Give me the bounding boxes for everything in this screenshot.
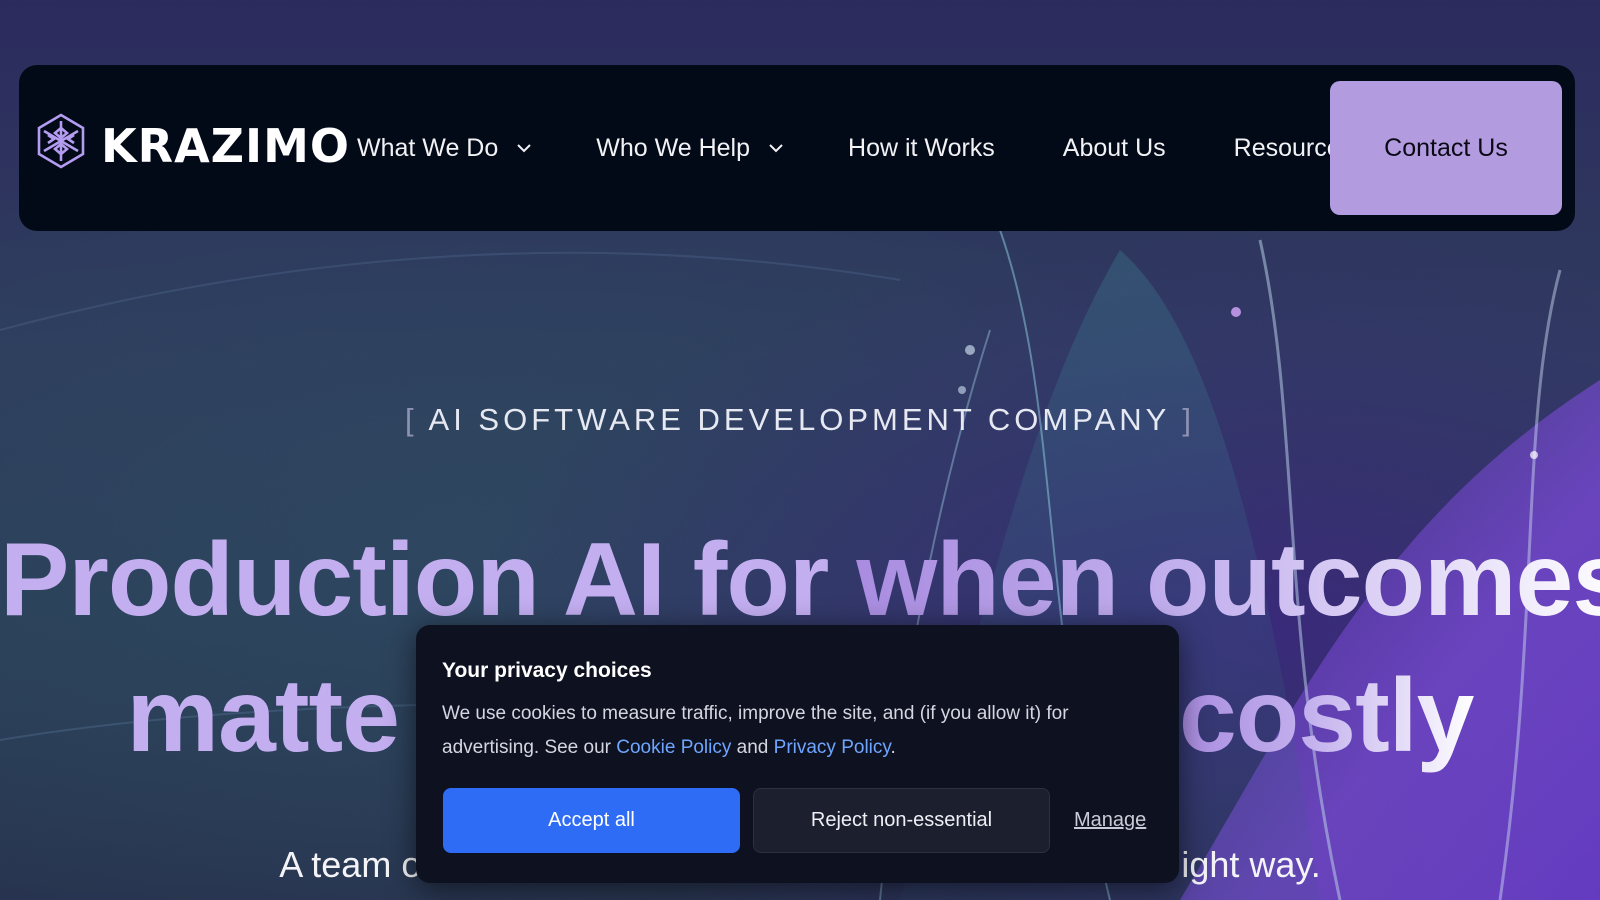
headline-line-1-start: Production AI for bbox=[0, 522, 829, 638]
cookie-dialog-text: We use cookies to measure traffic, impro… bbox=[442, 697, 1153, 765]
headline-line-2-end: costly bbox=[1178, 658, 1475, 774]
contact-us-button[interactable]: Contact Us bbox=[1330, 81, 1562, 215]
nav-item-how-it-works[interactable]: How it Works bbox=[848, 134, 995, 163]
cookie-text-end: . bbox=[890, 737, 896, 758]
logo-wordmark: KRAZIMO bbox=[101, 119, 351, 173]
manage-cookies-button[interactable]: Manage bbox=[1074, 809, 1146, 832]
nav-item-label: How it Works bbox=[848, 133, 995, 162]
logo-mark-icon bbox=[37, 113, 85, 169]
eyebrow-text: AI SOFTWARE DEVELOPMENT COMPANY bbox=[428, 402, 1170, 437]
hero-eyebrow: [ AI SOFTWARE DEVELOPMENT COMPANY ] bbox=[0, 402, 1600, 438]
nav-item-label: About Us bbox=[1062, 133, 1166, 162]
eyebrow-close-bracket: ] bbox=[1182, 402, 1195, 437]
nav-menu: What We Do Who We Help How it Works Abou… bbox=[357, 65, 1353, 231]
subheadline-start: A team o bbox=[279, 844, 422, 885]
cookie-consent-dialog: Your privacy choices We use cookies to m… bbox=[416, 625, 1179, 883]
nav-item-who-we-help[interactable]: Who We Help bbox=[596, 134, 784, 163]
eyebrow-open-bracket: [ bbox=[404, 402, 418, 437]
privacy-policy-link[interactable]: Privacy Policy bbox=[774, 737, 891, 758]
accept-all-button[interactable]: Accept all bbox=[443, 788, 740, 853]
cookie-text-and: and bbox=[731, 737, 774, 758]
reject-non-essential-button[interactable]: Reject non-essential bbox=[753, 788, 1050, 853]
nav-item-what-we-do[interactable]: What We Do bbox=[357, 134, 532, 163]
nav-item-label: What We Do bbox=[357, 133, 499, 162]
headline-line-1-end: when outcomes bbox=[856, 522, 1600, 638]
headline-line-2-start: matte bbox=[126, 658, 400, 774]
subheadline-end: ight way. bbox=[1181, 844, 1321, 885]
main-navbar: KRAZIMO What We Do Who We Help How it Wo… bbox=[19, 65, 1575, 231]
cookie-policy-link[interactable]: Cookie Policy bbox=[616, 737, 731, 758]
cookie-dialog-actions: Accept all Reject non-essential Manage bbox=[443, 788, 1146, 853]
chevron-down-icon bbox=[769, 144, 783, 153]
brand-logo[interactable]: KRAZIMO bbox=[33, 111, 350, 181]
nav-item-label: Who We Help bbox=[596, 133, 751, 162]
nav-item-about-us[interactable]: About Us bbox=[1063, 134, 1166, 163]
cookie-dialog-title: Your privacy choices bbox=[442, 659, 652, 682]
chevron-down-icon bbox=[517, 144, 531, 153]
